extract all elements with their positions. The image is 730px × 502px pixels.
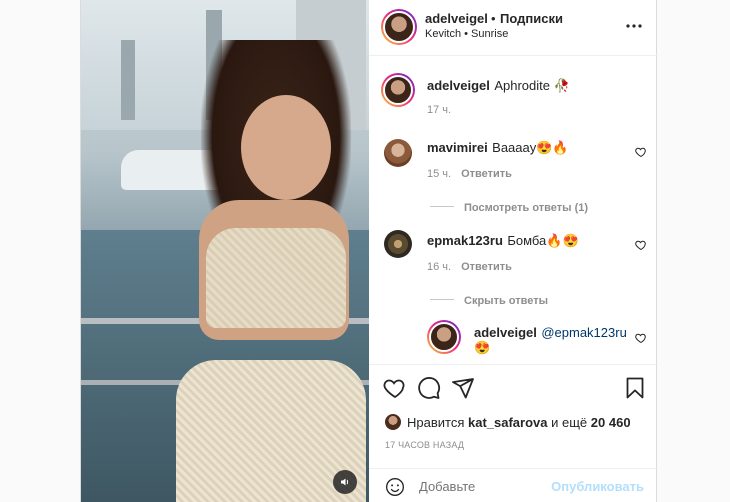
heart-icon[interactable] <box>635 239 647 251</box>
following-button[interactable]: Подписки <box>500 11 563 26</box>
comment-text: Бомба🔥😍 <box>507 233 579 248</box>
comment-username[interactable]: mavimirei <box>427 140 488 155</box>
add-comment-bar: Опубликовать <box>369 468 658 502</box>
post-video[interactable] <box>81 0 369 502</box>
bookmark-icon[interactable] <box>623 376 647 400</box>
view-replies-label: Посмотреть ответы (1) <box>464 202 589 214</box>
caption-avatar[interactable] <box>381 73 415 107</box>
post-header: adelveigel • Подписки Kevitch • Sunrise <box>369 0 658 56</box>
comment-username[interactable]: epmak123ru <box>427 233 503 248</box>
post-actions: Нравится kat_safarova и ещё 20 460 17 ЧА… <box>369 364 658 474</box>
reply-button[interactable]: Ответить <box>461 261 512 273</box>
comment-text: Вааааy😍🔥 <box>492 140 569 155</box>
author-username[interactable]: adelveigel <box>425 11 488 26</box>
caption-text: Aphrodite 🥀 <box>494 78 570 93</box>
reply-mention[interactable]: @epmak123ru <box>541 325 626 340</box>
comment-meta: 15 ч. Ответить <box>427 168 512 180</box>
audio-track[interactable]: Kevitch • Sunrise <box>425 28 508 40</box>
post-dialog: adelveigel • Подписки Kevitch • Sunrise … <box>80 0 658 502</box>
liker-username[interactable]: kat_safarova <box>468 415 548 430</box>
reply-emoji: 😍 <box>474 340 491 355</box>
likes-count[interactable]: 20 460 <box>591 415 631 430</box>
comment-body: epmak123ru Бомба🔥😍 <box>427 232 579 250</box>
likes-summary[interactable]: Нравится kat_safarova и ещё 20 460 <box>385 414 631 430</box>
separator-dot: • <box>491 11 496 26</box>
reply-button[interactable]: Ответить <box>461 168 512 180</box>
video-person-top <box>206 228 346 328</box>
author-avatar[interactable] <box>381 9 417 45</box>
video-building <box>121 40 135 120</box>
reply-username[interactable]: adelveigel <box>474 325 537 340</box>
liker-avatar <box>385 414 401 430</box>
sound-icon[interactable] <box>333 470 357 494</box>
comments-list: adelveigel Aphrodite 🥀 17 ч. mavimirei В… <box>369 57 658 364</box>
commenter-avatar[interactable] <box>384 139 412 167</box>
reply-body: adelveigel @epmak123ru <box>474 324 627 342</box>
caption-username[interactable]: adelveigel <box>427 78 490 93</box>
comment-time: 16 ч. <box>427 261 452 273</box>
commenter-avatar[interactable] <box>384 230 412 258</box>
view-replies-button[interactable]: Посмотреть ответы (1) <box>430 198 588 216</box>
comment-icon[interactable] <box>417 376 441 400</box>
video-person-face <box>241 95 331 200</box>
thread-line <box>430 299 454 301</box>
likes-prefix: Нравится <box>407 414 465 430</box>
caption-time: 17 ч. <box>427 104 452 116</box>
caption: adelveigel Aphrodite 🥀 <box>427 77 570 95</box>
post-panel: adelveigel • Подписки Kevitch • Sunrise … <box>369 0 658 502</box>
likes-middle: и ещё <box>551 414 588 430</box>
hide-replies-label: Скрыть ответы <box>464 295 548 307</box>
heart-icon[interactable] <box>383 376 407 400</box>
more-icon[interactable] <box>625 17 643 35</box>
post-comment-button[interactable]: Опубликовать <box>551 479 644 494</box>
comment-time: 15 ч. <box>427 168 452 180</box>
heart-icon[interactable] <box>635 332 647 344</box>
heart-icon[interactable] <box>635 146 647 158</box>
comment-meta: 16 ч. Ответить <box>427 261 512 273</box>
thread-line <box>430 206 454 208</box>
hide-replies-button[interactable]: Скрыть ответы <box>430 291 548 309</box>
emoji-icon[interactable] <box>385 477 405 497</box>
reply-avatar[interactable] <box>427 320 461 354</box>
post-time-ago: 17 ЧАСОВ НАЗАД <box>385 440 465 450</box>
comment-body: mavimirei Вааааy😍🔥 <box>427 139 569 157</box>
share-icon[interactable] <box>451 376 475 400</box>
comment-input[interactable] <box>419 479 559 494</box>
